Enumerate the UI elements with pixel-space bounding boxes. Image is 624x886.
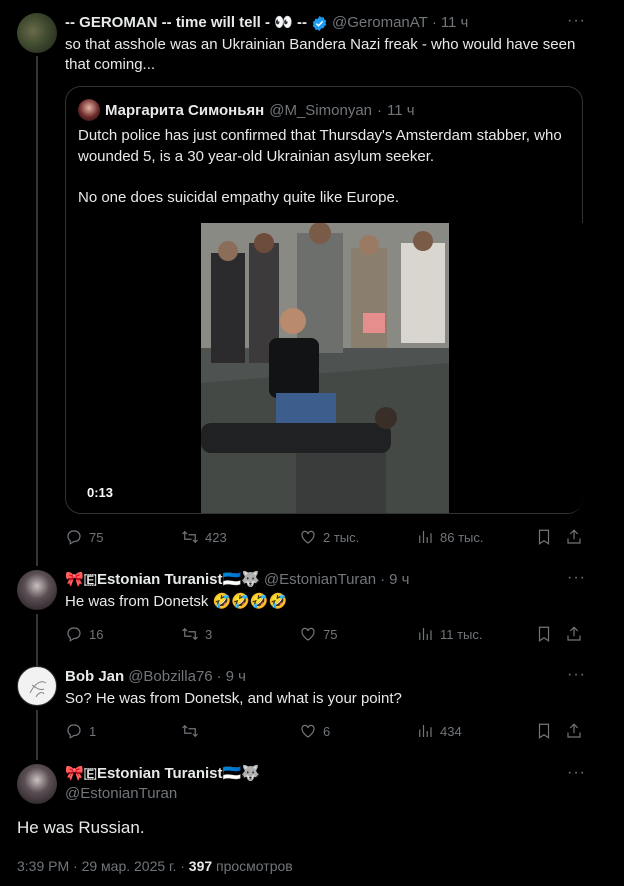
tweet-time[interactable]: 9 ч xyxy=(226,667,246,687)
bookmark-button[interactable] xyxy=(535,526,553,548)
share-icon xyxy=(567,723,581,738)
video-player[interactable]: 0:13 xyxy=(67,223,583,513)
more-options-icon[interactable]: ··· xyxy=(567,12,586,30)
author-handle[interactable]: @EstonianTuran xyxy=(264,570,376,590)
tweet-text: so that asshole was an Ukrainian Bandera… xyxy=(65,36,576,73)
views-chart-icon xyxy=(419,531,432,543)
like-count: 2 тыс. xyxy=(323,529,360,545)
more-options-icon[interactable]: ··· xyxy=(567,666,586,684)
heart-icon xyxy=(301,627,315,641)
more-options-icon[interactable]: ··· xyxy=(567,764,586,782)
separator-dot: · xyxy=(377,101,383,119)
views-chart-icon xyxy=(419,725,432,737)
like-button[interactable]: 2 тыс. xyxy=(299,526,359,548)
quoted-text-para2: No one does suicidal empathy quite like … xyxy=(78,189,400,206)
like-count: 6 xyxy=(323,723,331,739)
avatar[interactable] xyxy=(17,666,57,706)
bookmark-icon xyxy=(538,723,550,739)
reply-icon xyxy=(67,627,81,642)
repost-icon xyxy=(182,530,198,544)
views-button[interactable]: 434 xyxy=(416,720,462,742)
repost-icon xyxy=(182,724,198,738)
tweet-meta: 3:39 PM · 29 мар. 2025 г. · 397 просмотр… xyxy=(17,858,293,874)
heart-icon xyxy=(301,530,315,544)
reply-count: 75 xyxy=(89,529,104,545)
views-chart-icon xyxy=(419,628,432,640)
separator-dot: · xyxy=(216,668,222,685)
quoted-author-handle: @M_Simonyan xyxy=(269,101,373,119)
bookmark-button[interactable] xyxy=(535,623,553,645)
reply-count: 1 xyxy=(89,723,97,739)
reply-icon xyxy=(67,530,81,545)
video-frame[interactable] xyxy=(201,223,449,513)
tweet-actions: 1 6 434 xyxy=(65,720,589,742)
quoted-avatar xyxy=(78,99,100,121)
views-count: 86 тыс. xyxy=(440,529,484,545)
share-icon xyxy=(567,529,581,544)
tweet-time[interactable]: 11 ч xyxy=(441,13,469,33)
author-handle[interactable]: @EstonianTuran xyxy=(65,785,177,802)
quoted-time: 11 ч xyxy=(387,101,415,119)
avatar[interactable] xyxy=(17,764,57,804)
avatar[interactable] xyxy=(17,13,57,53)
repost-button[interactable] xyxy=(181,720,205,742)
views-count: 11 тыс. xyxy=(440,626,483,642)
repost-count: 3 xyxy=(205,626,213,642)
tweet-timestamp[interactable]: 3:39 PM · 29 мар. 2025 г. · xyxy=(17,858,185,874)
views-button[interactable]: 11 тыс. xyxy=(416,623,483,645)
more-options-icon[interactable]: ··· xyxy=(567,569,586,587)
author-handle[interactable]: @Bobzilla76 xyxy=(128,667,212,687)
author-name[interactable]: -- GEROMAN -- time will tell - 👀 -- xyxy=(65,13,307,33)
separator-dot: · xyxy=(431,14,437,31)
bookmark-button[interactable] xyxy=(535,720,553,742)
repost-button[interactable]: 423 xyxy=(181,526,227,548)
author-name[interactable]: 🎀🇪Estonian Turanist🇪🇪🐺 xyxy=(65,764,260,784)
share-icon xyxy=(567,626,581,641)
like-count: 75 xyxy=(323,626,338,642)
reply-button[interactable]: 1 xyxy=(65,720,96,742)
reply-button[interactable]: 75 xyxy=(65,526,103,548)
quoted-author-name: Маргарита Симоньян xyxy=(105,101,265,119)
like-button[interactable]: 6 xyxy=(299,720,330,742)
verified-badge-icon xyxy=(311,15,328,32)
author-name[interactable]: Bob Jan xyxy=(65,667,124,687)
separator-dot: · xyxy=(380,571,386,588)
share-button[interactable] xyxy=(565,720,583,742)
avatar[interactable] xyxy=(17,570,57,610)
tweet-estonian-turanist[interactable]: 🎀🇪Estonian Turanist🇪🇪🐺 @EstonianTuran · … xyxy=(0,560,624,655)
share-button[interactable] xyxy=(565,526,583,548)
bookmark-icon xyxy=(538,626,550,642)
repost-button[interactable]: 3 xyxy=(181,623,212,645)
video-duration: 0:13 xyxy=(81,484,120,501)
share-button[interactable] xyxy=(565,623,583,645)
tweet-actions: 75 423 2 тыс. 86 тыс. xyxy=(65,526,589,548)
repost-count: 423 xyxy=(205,529,227,545)
views-count: 397 xyxy=(188,858,213,874)
quoted-text-para1: Dutch police has just confirmed that Thu… xyxy=(78,127,562,165)
views-label: просмотров xyxy=(216,858,293,874)
tweet-bob-jan[interactable]: Bob Jan @Bobzilla76 · 9 ч So? He was fro… xyxy=(0,657,624,752)
author-handle[interactable]: @GeromanAT xyxy=(332,13,428,33)
views-button[interactable]: 86 тыс. xyxy=(416,526,483,548)
reply-button[interactable]: 16 xyxy=(65,623,103,645)
tweet-text: He was from Donetsk 🤣🤣🤣🤣 xyxy=(65,593,288,610)
author-name[interactable]: 🎀🇪Estonian Turanist🇪🇪🐺 xyxy=(65,570,260,590)
like-button[interactable]: 75 xyxy=(299,623,337,645)
tweet-actions: 16 3 75 11 тыс. xyxy=(65,623,589,645)
views-count: 434 xyxy=(440,723,462,739)
reply-count: 16 xyxy=(89,626,104,642)
heart-icon xyxy=(301,724,315,738)
tweet-time[interactable]: 9 ч xyxy=(389,570,409,590)
reply-icon xyxy=(67,724,81,739)
tweet-text: He was Russian. xyxy=(17,818,145,837)
bookmark-icon xyxy=(538,529,550,545)
tweet-text: So? He was from Donetsk, and what is you… xyxy=(65,690,402,707)
quoted-tweet[interactable]: Маргарита Симоньян @M_Simonyan · 11 ч Du… xyxy=(65,86,583,514)
repost-icon xyxy=(182,627,198,641)
tweet-geroman[interactable]: -- GEROMAN -- time will tell - 👀 -- @Ger… xyxy=(0,0,624,560)
